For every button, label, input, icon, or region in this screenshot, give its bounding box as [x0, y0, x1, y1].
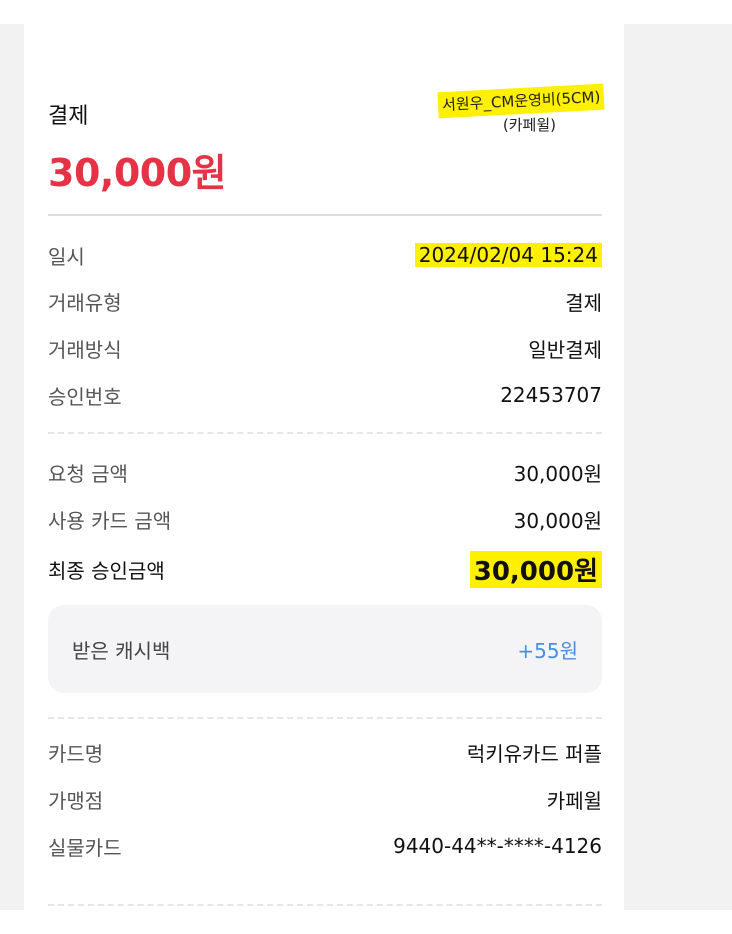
physical-card-value: 9440-44**-****-4126 — [393, 834, 602, 858]
detail-row-approval: 승인번호 22453707 — [48, 380, 602, 410]
detail-row-type: 거래유형 결제 — [48, 286, 602, 316]
card-row-physical: 실물카드 9440-44**-****-4126 — [48, 831, 602, 861]
type-label: 거래유형 — [48, 290, 122, 315]
page-title: 결제 — [48, 104, 89, 129]
physical-card-label: 실물카드 — [48, 835, 122, 860]
date-label: 일시 — [48, 244, 85, 269]
approval-label: 승인번호 — [48, 384, 122, 409]
card-name-value: 럭키유카드 퍼플 — [466, 741, 602, 766]
cashback-box: 받은 캐시백 +55원 — [48, 605, 602, 693]
cashback-label: 받은 캐시백 — [72, 638, 171, 663]
dashed-divider — [48, 432, 602, 434]
requested-value: 30,000원 — [513, 461, 602, 486]
card-amount-value: 30,000원 — [513, 508, 602, 533]
final-label: 최종 승인금액 — [48, 558, 165, 583]
amount-row-requested: 요청 금액 30,000원 — [48, 457, 602, 487]
requested-label: 요청 금액 — [48, 461, 128, 486]
receipt-card: 결제 30,000원 서원우_CM운영비(5CM) (카페윌) 일시 2024/… — [24, 24, 624, 910]
divider — [48, 214, 602, 216]
card-amount-label: 사용 카드 금액 — [48, 508, 172, 533]
approval-value: 22453707 — [500, 383, 602, 407]
merchant-name: 서원우_CM운영비(5CM) — [437, 83, 605, 119]
date-value: 2024/02/04 15:24 — [414, 243, 602, 267]
cashback-value: +55원 — [517, 638, 578, 663]
final-amount-row: 최종 승인금액 30,000원 — [48, 550, 602, 588]
merchant-value: 카페윌 — [546, 788, 602, 813]
card-name-label: 카드명 — [48, 741, 104, 766]
dashed-divider — [48, 904, 602, 906]
bottom-strip — [0, 910, 732, 934]
merchant-tag: 서원우_CM운영비(5CM) (카페윌) — [437, 83, 605, 136]
type-value: 결제 — [565, 290, 602, 315]
card-row-name: 카드명 럭키유카드 퍼플 — [48, 737, 602, 767]
card-row-merchant: 가맹점 카페윌 — [48, 784, 602, 814]
detail-row-date: 일시 2024/02/04 15:24 — [48, 240, 602, 270]
detail-row-method: 거래방식 일반결제 — [48, 333, 602, 363]
final-value: 30,000원 — [469, 550, 602, 588]
method-value: 일반결제 — [528, 337, 602, 362]
method-label: 거래방식 — [48, 337, 122, 362]
payment-amount: 30,000원 — [48, 151, 227, 195]
dashed-divider — [48, 717, 602, 719]
background-left — [0, 24, 24, 910]
background-right — [624, 24, 732, 910]
amount-row-card: 사용 카드 금액 30,000원 — [48, 504, 602, 534]
merchant-label: 가맹점 — [48, 788, 104, 813]
